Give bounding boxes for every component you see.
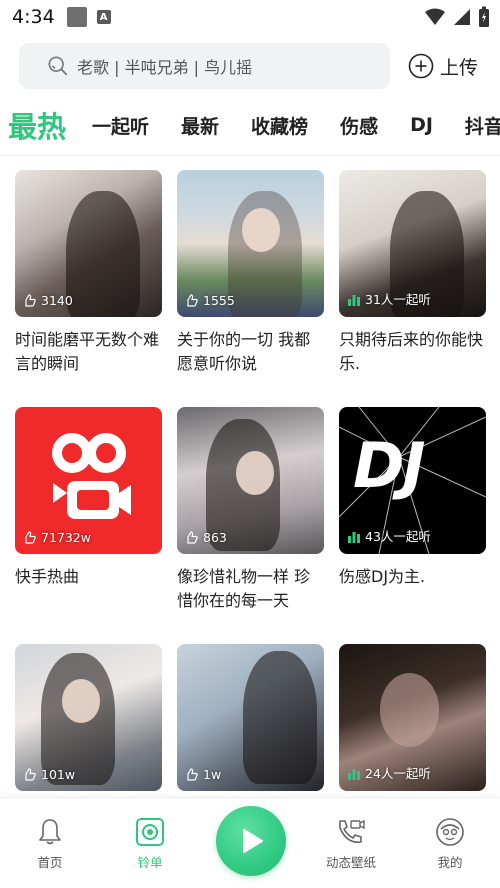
playlist-card[interactable]: 1555 关于你的一切 我都愿意听你说 bbox=[177, 170, 324, 407]
play-count-value: 1555 bbox=[203, 293, 235, 308]
category-tabs: 最热 一起听 最新 收藏榜 伤感 DJ 抖音 bbox=[0, 98, 500, 152]
play-button[interactable] bbox=[216, 806, 286, 876]
playlist-cover[interactable]: 71732w bbox=[15, 407, 162, 554]
search-placeholder: 老歌 | 半吨兄弟 | 鸟儿摇 bbox=[77, 58, 253, 77]
tab-newest[interactable]: 最新 bbox=[165, 112, 235, 139]
playlist-card[interactable]: 863 像珍惜礼物一样 珍惜你在的每一天 bbox=[177, 407, 324, 644]
playlist-card[interactable]: 3140 时间能磨平无数个难言的瞬间 bbox=[15, 170, 162, 407]
upload-button[interactable]: 上传 bbox=[408, 50, 478, 82]
video-call-icon bbox=[339, 819, 365, 844]
like-icon bbox=[25, 293, 36, 307]
nav-profile-label: 我的 bbox=[437, 855, 463, 870]
equalizer-icon bbox=[348, 294, 360, 306]
playlist-title[interactable]: 时间能磨平无数个难言的瞬间 bbox=[15, 328, 162, 376]
play-count: 1w bbox=[185, 767, 221, 782]
search-input[interactable]: 老歌 | 半吨兄弟 | 鸟儿摇 bbox=[19, 43, 390, 89]
playlist-cover[interactable]: 1w bbox=[177, 644, 324, 791]
tabs-divider bbox=[0, 155, 500, 156]
like-icon bbox=[25, 767, 36, 781]
cover-photo-face bbox=[380, 673, 439, 747]
playlist-grid: 3140 时间能磨平无数个难言的瞬间 1555 关于你的一切 我都愿意听你说 3… bbox=[15, 170, 487, 881]
search-icon bbox=[48, 56, 68, 76]
play-count: 71732w bbox=[23, 530, 91, 545]
playlist-cover[interactable]: 863 bbox=[177, 407, 324, 554]
play-icon bbox=[243, 829, 263, 853]
wifi-icon bbox=[425, 8, 445, 25]
nav-live-wallpaper[interactable]: 动态壁纸 bbox=[311, 816, 391, 871]
tab-sad[interactable]: 伤感 bbox=[324, 112, 394, 139]
playlist-card[interactable]: 71732w 快手热曲 bbox=[15, 407, 162, 644]
cover-photo-face bbox=[235, 451, 275, 496]
nav-profile[interactable]: 我的 bbox=[410, 816, 490, 871]
signal-icon bbox=[454, 9, 470, 25]
playlist-cover[interactable]: DJ 43人一起听 bbox=[339, 407, 486, 554]
like-icon bbox=[187, 530, 198, 544]
playlist-title[interactable]: 只期待后来的你能快乐. bbox=[339, 328, 486, 376]
play-count: 3140 bbox=[23, 293, 73, 308]
play-count-value: 3140 bbox=[41, 293, 73, 308]
listener-count-value: 31人一起听 bbox=[365, 292, 431, 307]
nav-home[interactable]: 首页 bbox=[10, 816, 90, 871]
nav-ringtone-list[interactable]: 铃单 bbox=[110, 816, 190, 871]
bottom-nav: 首页 铃单 动态壁纸 我的 bbox=[0, 797, 500, 888]
profile-icon bbox=[436, 818, 464, 846]
playlist-cover[interactable]: 31人一起听 bbox=[339, 170, 486, 317]
add-circle-icon bbox=[408, 53, 434, 79]
playlist-title[interactable]: 伤感DJ为主. bbox=[339, 565, 486, 589]
tab-favorites-chart[interactable]: 收藏榜 bbox=[235, 112, 324, 139]
notification-square-icon bbox=[66, 7, 87, 27]
listener-count: 24人一起听 bbox=[347, 763, 431, 782]
listener-count-value: 24人一起听 bbox=[365, 766, 431, 781]
play-count: 1555 bbox=[185, 293, 235, 308]
playlist-card[interactable]: 31人一起听 只期待后来的你能快乐. bbox=[339, 170, 486, 407]
like-icon bbox=[25, 530, 36, 544]
nav-home-label: 首页 bbox=[37, 855, 63, 870]
tab-douyin[interactable]: 抖音 bbox=[449, 112, 500, 139]
tab-hot[interactable]: 最热 bbox=[0, 104, 76, 146]
tab-listen-together[interactable]: 一起听 bbox=[76, 112, 165, 139]
tab-dj[interactable]: DJ bbox=[394, 114, 449, 136]
battery-icon bbox=[479, 6, 489, 27]
cover-photo-figure bbox=[66, 190, 140, 317]
playlist-title[interactable]: 像珍惜礼物一样 珍惜你在的每一天 bbox=[177, 565, 324, 613]
play-count: 101w bbox=[23, 767, 75, 782]
bell-icon bbox=[39, 819, 61, 845]
equalizer-icon bbox=[348, 531, 360, 543]
equalizer-icon bbox=[348, 768, 360, 780]
playlist-title[interactable]: 快手热曲 bbox=[15, 565, 162, 589]
listener-count-value: 43人一起听 bbox=[365, 529, 431, 544]
playlist-cover[interactable]: 1555 bbox=[177, 170, 324, 317]
playlist-title[interactable]: 关于你的一切 我都愿意听你说 bbox=[177, 328, 324, 376]
like-icon bbox=[187, 767, 198, 781]
cover-photo-face bbox=[241, 208, 280, 253]
like-icon bbox=[187, 293, 198, 307]
notification-a-icon: A bbox=[96, 10, 111, 24]
playlist-icon bbox=[136, 818, 164, 846]
status-indicators bbox=[424, 6, 490, 28]
playlist-cover[interactable]: 3140 bbox=[15, 170, 162, 317]
play-count: 863 bbox=[185, 530, 227, 545]
playlist-card[interactable]: DJ 43人一起听 伤感DJ为主. bbox=[339, 407, 486, 644]
play-count-value: 1w bbox=[203, 767, 222, 782]
upload-label: 上传 bbox=[440, 56, 479, 79]
dj-cover-text: DJ bbox=[353, 429, 426, 502]
status-bar: 4:34 A bbox=[0, 0, 500, 34]
listener-count: 31人一起听 bbox=[347, 289, 431, 308]
nav-ringtone-list-label: 铃单 bbox=[137, 855, 163, 870]
listener-count: 43人一起听 bbox=[347, 526, 431, 545]
nav-live-wallpaper-label: 动态壁纸 bbox=[325, 855, 376, 870]
playlist-cover[interactable]: 24人一起听 bbox=[339, 644, 486, 791]
cover-photo-figure bbox=[243, 651, 317, 784]
play-count-value: 101w bbox=[41, 767, 76, 782]
status-time: 4:34 bbox=[12, 6, 55, 28]
play-count-value: 863 bbox=[203, 530, 227, 545]
playlist-cover[interactable]: 101w bbox=[15, 644, 162, 791]
play-count-value: 71732w bbox=[41, 530, 91, 545]
